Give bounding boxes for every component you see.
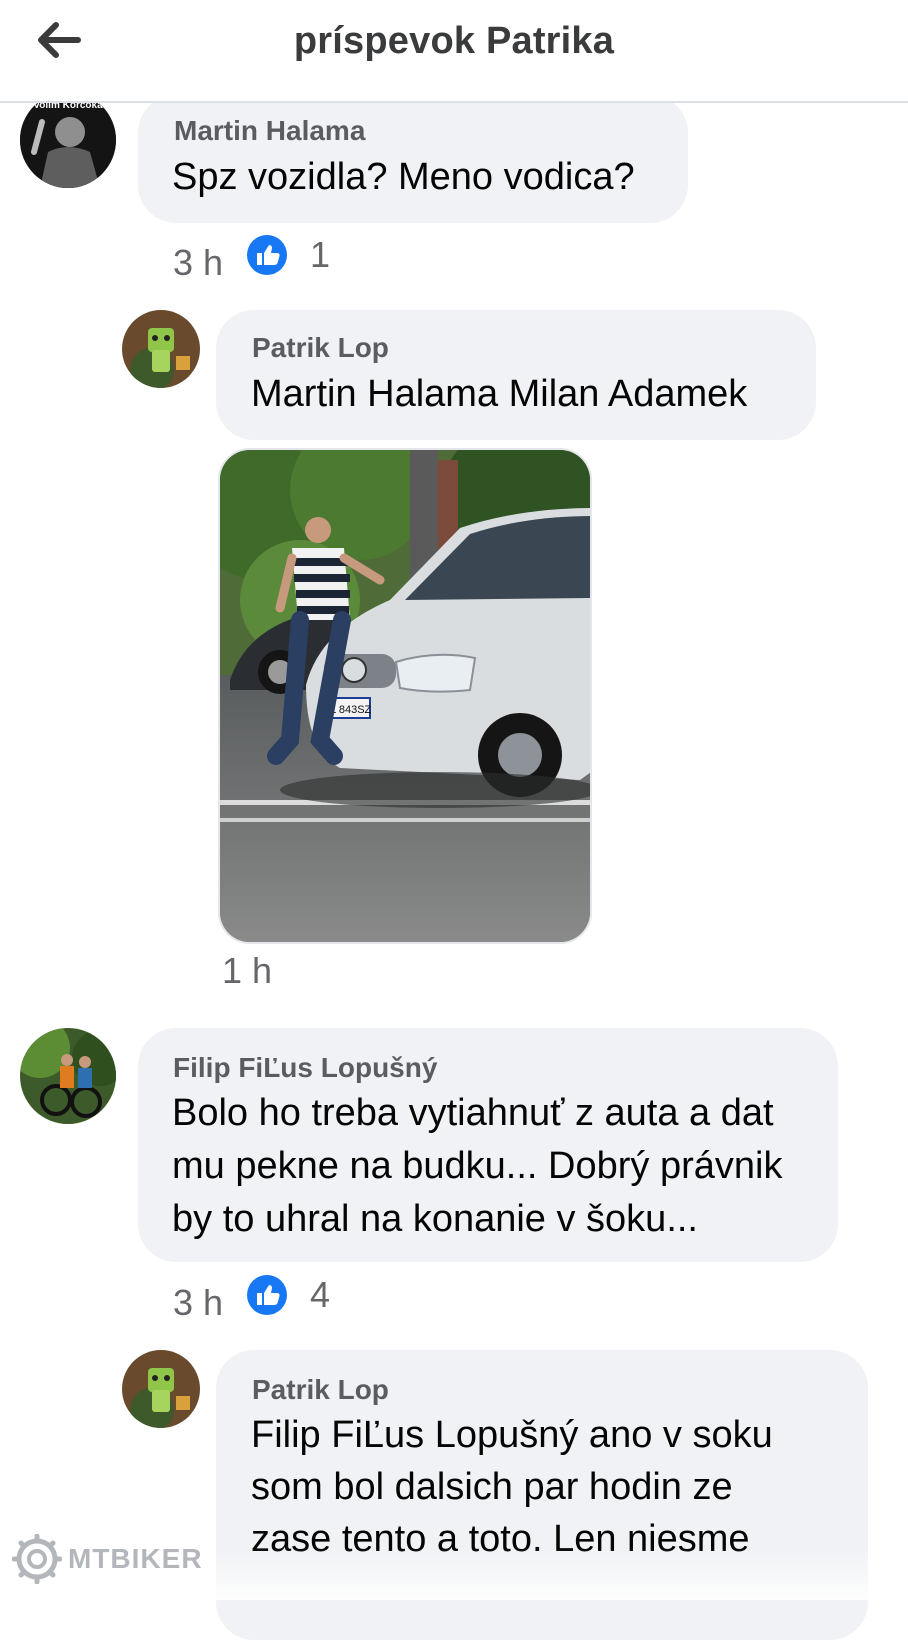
watermark-text: MTBIKER: [68, 1543, 203, 1574]
comment-author[interactable]: Martin Halama: [174, 115, 365, 147]
comment-text-line: mu pekne na budku... Dobrý právnik: [172, 1145, 783, 1187]
mtbiker-logo-icon: [12, 1534, 62, 1584]
avatar[interactable]: Volim Korcoka: [20, 92, 116, 188]
like-count[interactable]: 1: [310, 234, 330, 276]
watermark: MTBIKER: [12, 1534, 203, 1584]
avatar[interactable]: [20, 1028, 116, 1124]
comment-bubble[interactable]: Filip FiĽus Lopušný Bolo ho treba vytiah…: [138, 1028, 838, 1262]
page-title: príspevok Patrika: [293, 20, 615, 62]
comment-text: Martin Halama Milan Adamek: [251, 373, 748, 415]
like-count[interactable]: 4: [310, 1274, 330, 1316]
comment-text-line: by to uhral na konanie v šoku...: [172, 1198, 698, 1240]
comment-time: 1 h: [222, 950, 273, 991]
comment-author[interactable]: Filip FiĽus Lopušný: [173, 1052, 437, 1084]
comment-text-line: Filip FiĽus Lopušný ano v soku: [251, 1414, 773, 1456]
reply-bubble[interactable]: Patrik Lop Martin Halama Milan Adamek: [216, 310, 816, 440]
comment-bubble[interactable]: Martin Halama Spz vozidla? Meno vodica?: [138, 95, 688, 223]
comment-author[interactable]: Patrik Lop: [252, 332, 389, 364]
like-reaction-icon[interactable]: [246, 1274, 288, 1316]
avatar[interactable]: [122, 310, 200, 388]
comment-time: 3 h: [173, 242, 224, 283]
comment-text: Spz vozidla? Meno vodica?: [172, 156, 635, 198]
comment-time: 3 h: [173, 1282, 224, 1323]
avatar[interactable]: [122, 1350, 200, 1428]
comment-text-line: som bol dalsich par hodin ze: [251, 1466, 733, 1508]
like-reaction-icon[interactable]: [246, 234, 288, 276]
attached-photo[interactable]: BL 843SZ: [218, 448, 592, 944]
top-bar: príspevok Patrika: [0, 0, 908, 103]
comment-text-line: Bolo ho treba vytiahnuť z auta a dat: [172, 1092, 774, 1134]
comment-author[interactable]: Patrik Lop: [252, 1374, 389, 1406]
